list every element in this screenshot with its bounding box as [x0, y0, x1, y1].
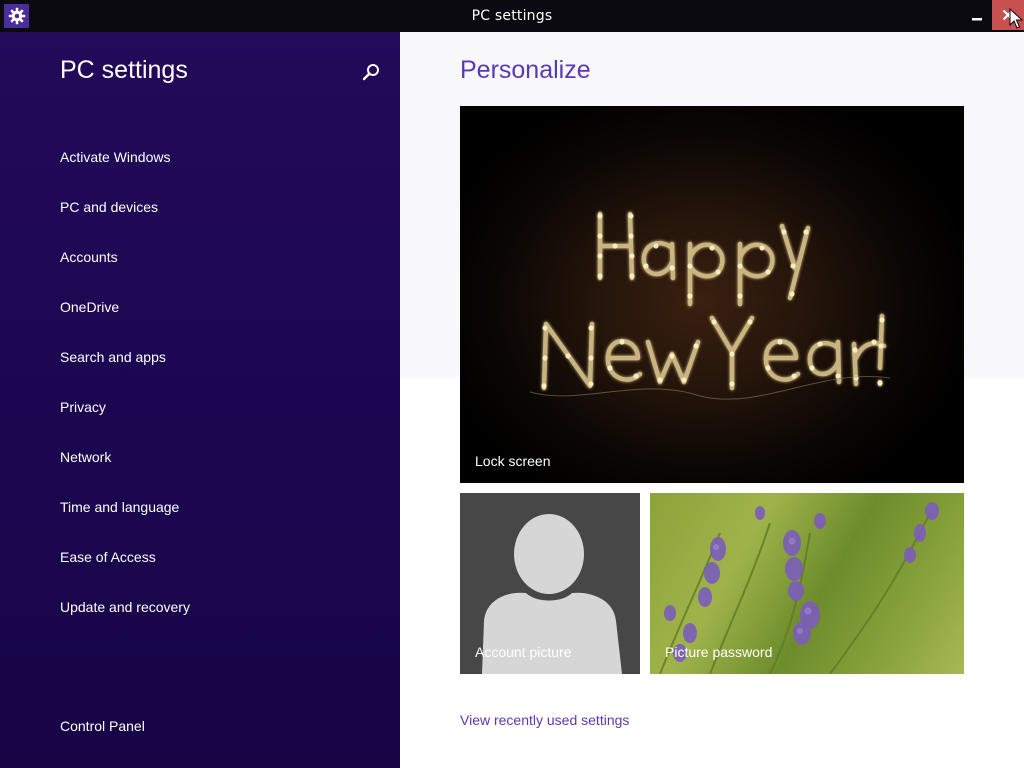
- sidebar: PC settings Activate Windows PC and devi…: [0, 32, 400, 768]
- sidebar-item-ease-of-access[interactable]: Ease of Access: [0, 532, 400, 582]
- sidebar-title: PC settings: [60, 56, 188, 84]
- mouse-pointer-icon: [1009, 8, 1023, 29]
- sidebar-item-search-and-apps[interactable]: Search and apps: [0, 332, 400, 382]
- lock-screen-image: [529, 211, 891, 400]
- picture-password-label: Picture password: [665, 644, 773, 660]
- lock-screen-label: Lock screen: [475, 453, 551, 469]
- window-title: PC settings: [471, 8, 553, 24]
- view-recent-settings-link[interactable]: View recently used settings: [460, 712, 629, 728]
- page-title: Personalize: [460, 56, 591, 84]
- picture-password-tile[interactable]: Picture password: [650, 493, 964, 674]
- minimize-icon: [972, 18, 982, 21]
- sidebar-item-activate-windows[interactable]: Activate Windows: [0, 132, 400, 182]
- sidebar-item-time-and-language[interactable]: Time and language: [0, 482, 400, 532]
- sidebar-item-onedrive[interactable]: OneDrive: [0, 282, 400, 332]
- settings-nav: Activate Windows PC and devices Accounts…: [0, 132, 400, 632]
- title-bar: PC settings: [0, 0, 1024, 32]
- search-button[interactable]: [360, 62, 382, 84]
- control-panel-link[interactable]: Control Panel: [60, 718, 145, 734]
- sidebar-item-update-and-recovery[interactable]: Update and recovery: [0, 582, 400, 632]
- lock-screen-tile[interactable]: Lock screen: [460, 106, 964, 483]
- account-picture-label: Account picture: [475, 644, 572, 660]
- account-picture-tile[interactable]: Account picture: [460, 493, 640, 674]
- minimize-button[interactable]: [964, 4, 990, 28]
- search-icon: [362, 64, 379, 81]
- sidebar-item-network[interactable]: Network: [0, 432, 400, 482]
- sidebar-item-pc-and-devices[interactable]: PC and devices: [0, 182, 400, 232]
- sidebar-item-privacy[interactable]: Privacy: [0, 382, 400, 432]
- sidebar-item-accounts[interactable]: Accounts: [0, 232, 400, 282]
